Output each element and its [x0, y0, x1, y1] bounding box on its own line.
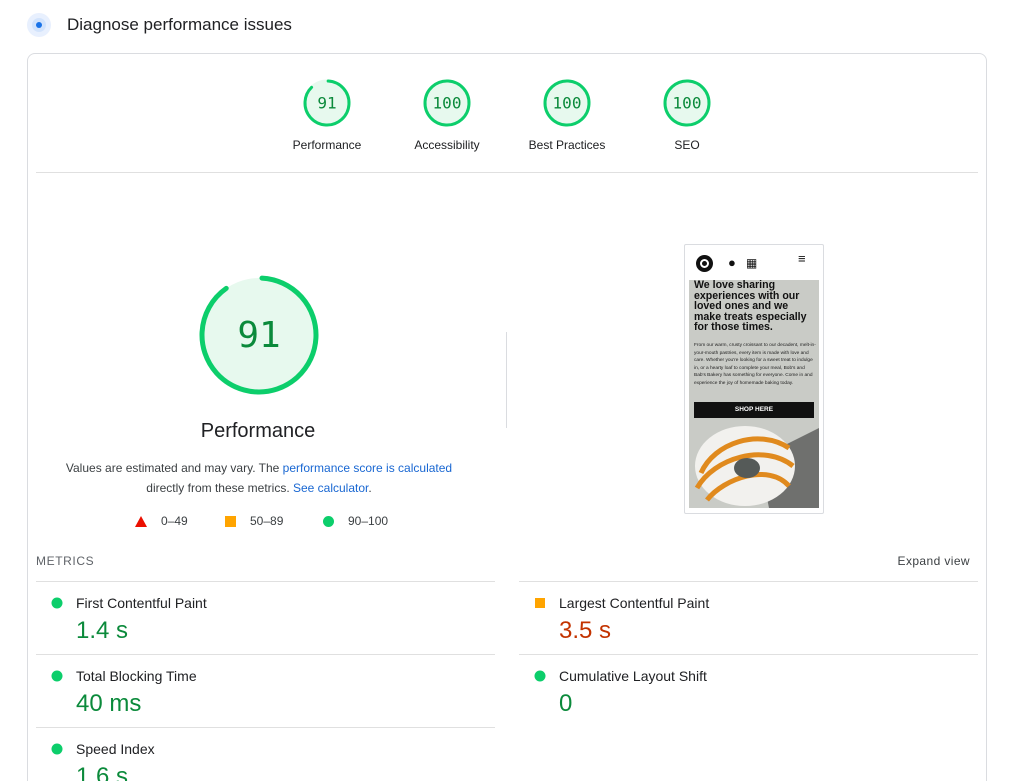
- metric-name: Cumulative Layout Shift: [559, 668, 707, 684]
- screenshot-shop-button: SHOP HERE: [694, 402, 814, 418]
- gauge-label: Performance: [292, 138, 362, 152]
- average-square-icon: [225, 515, 236, 527]
- metric-name: First Contentful Paint: [76, 595, 207, 611]
- metric-speed-index: Speed Index 1.6 s: [36, 727, 495, 781]
- divider: [36, 172, 978, 173]
- performance-score-gauge: 91: [199, 275, 319, 395]
- gauge-score: 100: [553, 94, 582, 113]
- screenshot-hero: We love sharing experiences with our lov…: [689, 280, 819, 508]
- metric-value: 1.4 s: [76, 617, 129, 644]
- score-legend: 0–49 50–89 90–100: [128, 514, 408, 534]
- user-icon: ●: [728, 255, 736, 270]
- gauge-accessibility[interactable]: 100 Accessibility: [387, 78, 507, 152]
- average-square-icon: [535, 598, 545, 608]
- section-header: Diagnose performance issues: [27, 11, 292, 39]
- score-ring: 91: [303, 79, 351, 127]
- metric-name: Speed Index: [76, 741, 155, 757]
- pass-circle-icon: [323, 515, 334, 527]
- metric-name: Total Blocking Time: [76, 668, 197, 684]
- performance-score: 91: [237, 315, 280, 356]
- metrics-header: METRICS Expand view: [36, 554, 978, 570]
- gauge-best-practices[interactable]: 100 Best Practices: [507, 78, 627, 152]
- metric-value: 3.5 s: [559, 617, 612, 644]
- vertical-divider: [506, 332, 507, 428]
- gauge-score: 100: [673, 94, 702, 113]
- legend-average-label: 50–89: [250, 514, 284, 528]
- pass-circle-icon: [51, 743, 63, 755]
- score-ring: 100: [423, 79, 471, 127]
- gauge-score: 100: [433, 94, 462, 113]
- pass-circle-icon: [51, 597, 63, 609]
- screenshot-headline: We love sharing experiences with our lov…: [694, 280, 807, 334]
- basket-icon: ▦: [746, 256, 758, 270]
- score-description: Values are estimated and may vary. The p…: [48, 458, 470, 498]
- metric-value: 40 ms: [76, 690, 142, 717]
- desc-text: .: [368, 481, 372, 495]
- gauge-label: Accessibility: [414, 138, 480, 152]
- gauge-label: Best Practices: [528, 138, 606, 152]
- final-screenshot-thumbnail[interactable]: ● ▦ ≡ We love sharing experiences with o…: [684, 244, 824, 514]
- gauge-seo[interactable]: 100 SEO: [627, 78, 747, 152]
- metric-largest-contentful-paint: Largest Contentful Paint 3.5 s: [519, 581, 978, 654]
- pass-circle-icon: [534, 670, 546, 682]
- metrics-heading: METRICS: [36, 554, 95, 568]
- desc-text: directly from these metrics.: [146, 481, 293, 495]
- metric-first-contentful-paint: First Contentful Paint 1.4 s: [36, 581, 495, 654]
- metric-value: 1.6 s: [76, 763, 129, 781]
- diagnose-icon: [27, 13, 51, 37]
- gauge-performance[interactable]: 91 Performance: [267, 78, 387, 152]
- legend-fail: 0–49: [135, 514, 188, 528]
- desc-text: Values are estimated and may vary. The: [65, 461, 283, 475]
- metric-value: 0: [559, 690, 573, 717]
- score-ring: 100: [663, 79, 711, 127]
- metric-total-blocking-time: Total Blocking Time 40 ms: [36, 654, 495, 727]
- menu-icon: ≡: [798, 251, 806, 266]
- gauge-label: SEO: [674, 138, 700, 152]
- see-calculator-link[interactable]: See calculator: [293, 481, 368, 495]
- metric-cumulative-layout-shift: Cumulative Layout Shift 0: [519, 654, 978, 727]
- screenshot-navbar: ● ▦ ≡: [685, 245, 823, 279]
- legend-average: 50–89: [225, 514, 283, 528]
- fail-triangle-icon: [135, 515, 147, 527]
- metric-name: Largest Contentful Paint: [559, 595, 710, 611]
- score-calculated-link[interactable]: performance score is calculated: [283, 461, 452, 475]
- legend-fail-label: 0–49: [161, 514, 188, 528]
- performance-title: Performance: [200, 420, 316, 442]
- score-ring: 100: [543, 79, 591, 127]
- donut-image: [694, 426, 819, 508]
- screenshot-body: From our warm, crusty croissant to our d…: [694, 343, 816, 386]
- report-card: 91 Performance 100 Accessibility 100 Bes…: [27, 53, 987, 781]
- section-title: Diagnose performance issues: [67, 15, 292, 34]
- category-gauges: 91 Performance 100 Accessibility 100 Bes…: [28, 78, 986, 158]
- gauge-score: 91: [317, 94, 336, 113]
- legend-pass-label: 90–100: [348, 514, 389, 528]
- legend-pass: 90–100: [323, 514, 388, 528]
- pass-circle-icon: [51, 670, 63, 682]
- logo-icon: [696, 255, 713, 272]
- expand-view-toggle[interactable]: Expand view: [898, 554, 970, 568]
